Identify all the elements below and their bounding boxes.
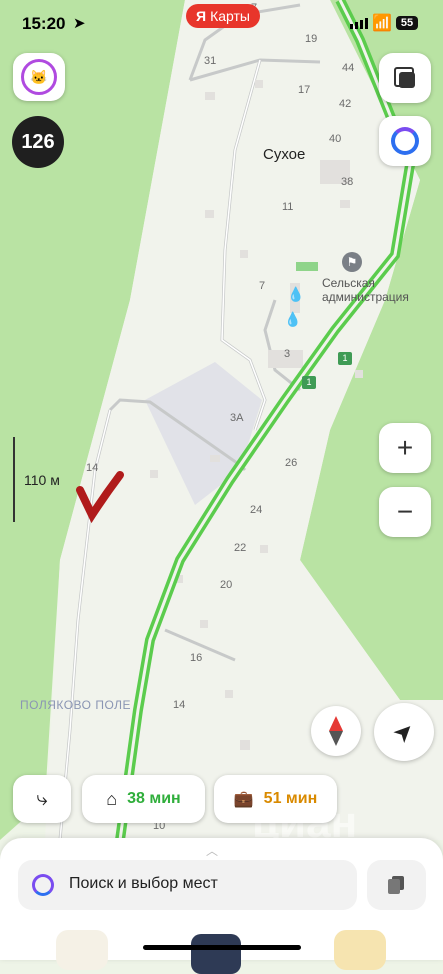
house-number: 3А — [230, 412, 244, 424]
zoom-in-button[interactable]: + — [379, 423, 431, 473]
location-arrow-icon: ➤ — [73, 15, 86, 32]
house-number: 7 — [259, 280, 266, 292]
alice-search-icon — [32, 874, 54, 896]
work-route-button[interactable]: 💼 51 мин — [214, 775, 337, 823]
battery-icon: 55 — [396, 16, 418, 30]
alice-icon — [391, 127, 419, 155]
place-name: Сухое — [263, 146, 306, 163]
house-number: 22 — [234, 542, 247, 554]
layers-button[interactable] — [379, 53, 431, 103]
house-number: 44 — [342, 62, 355, 74]
work-route-time: 51 мин — [263, 790, 318, 807]
bookmarks-icon — [387, 876, 406, 894]
house-number: 16 — [190, 652, 203, 664]
profile-button[interactable]: 🐱 — [13, 53, 65, 101]
house-number: 17 — [298, 84, 311, 96]
wifi-icon: 📶 — [372, 15, 392, 32]
layers-icon — [394, 67, 416, 89]
alice-button[interactable] — [379, 116, 431, 166]
house-number: 14 — [173, 699, 186, 711]
house-number: 20 — [220, 579, 233, 591]
house-number: 38 — [341, 176, 354, 188]
avatar: 🐱 — [21, 59, 57, 95]
home-icon: ⌂ — [106, 788, 118, 809]
search-input[interactable]: Поиск и выбор мест — [18, 860, 357, 910]
poi-label: Сельская администрация — [322, 276, 409, 304]
zoom-out-button[interactable]: − — [379, 487, 431, 537]
house-number: 40 — [329, 133, 342, 145]
home-indicator — [143, 945, 301, 950]
signal-icon — [350, 18, 368, 29]
road-shield: 1 — [302, 376, 316, 389]
home-route-time: 38 мин — [127, 790, 181, 807]
area-label: ПОЛЯКОВО ПОЛЕ — [20, 698, 132, 712]
water-drop-icon[interactable]: 💧 — [284, 311, 301, 328]
compass-button[interactable] — [311, 706, 361, 756]
house-number: 42 — [339, 98, 352, 110]
compass-icon — [329, 716, 343, 746]
category-tile-icon[interactable] — [56, 930, 108, 970]
scale-label: 110 м — [24, 472, 60, 488]
navigation-arrow-icon: ➤ — [387, 715, 421, 749]
house-number: 19 — [305, 33, 318, 45]
counter-badge[interactable]: 126 — [12, 116, 64, 168]
briefcase-icon: 💼 — [233, 791, 254, 808]
category-tile-icon[interactable] — [334, 930, 386, 970]
my-location-button[interactable]: ➤ — [374, 703, 434, 761]
water-drop-icon[interactable]: 💧 — [287, 286, 304, 303]
route-icon: ⤷ — [36, 787, 48, 810]
sheet-handle-chevron-icon[interactable]: ︿ — [206, 842, 218, 859]
house-number: 26 — [285, 457, 298, 469]
flag-icon[interactable]: ⚑ — [342, 252, 362, 272]
status-time: 15:20 — [22, 14, 66, 33]
category-tile-icon[interactable] — [191, 934, 241, 974]
green-building — [296, 262, 318, 271]
search-placeholder: Поиск и выбор мест — [69, 875, 218, 892]
route-button[interactable]: ⤷ — [13, 775, 71, 823]
app-badge-label: Карты — [210, 8, 250, 24]
house-number: 3 — [284, 348, 291, 360]
bookmarks-button[interactable] — [367, 860, 426, 910]
home-route-button[interactable]: ⌂ 38 мин — [82, 775, 205, 823]
house-number: 11 — [282, 201, 294, 213]
house-number: 14 — [86, 462, 99, 474]
road-shield: 1 — [338, 352, 352, 365]
house-number: 31 — [204, 55, 217, 67]
yandex-logo-icon: Я — [196, 8, 207, 24]
house-number: 24 — [250, 504, 263, 516]
app-badge[interactable]: Я Карты — [186, 4, 260, 28]
